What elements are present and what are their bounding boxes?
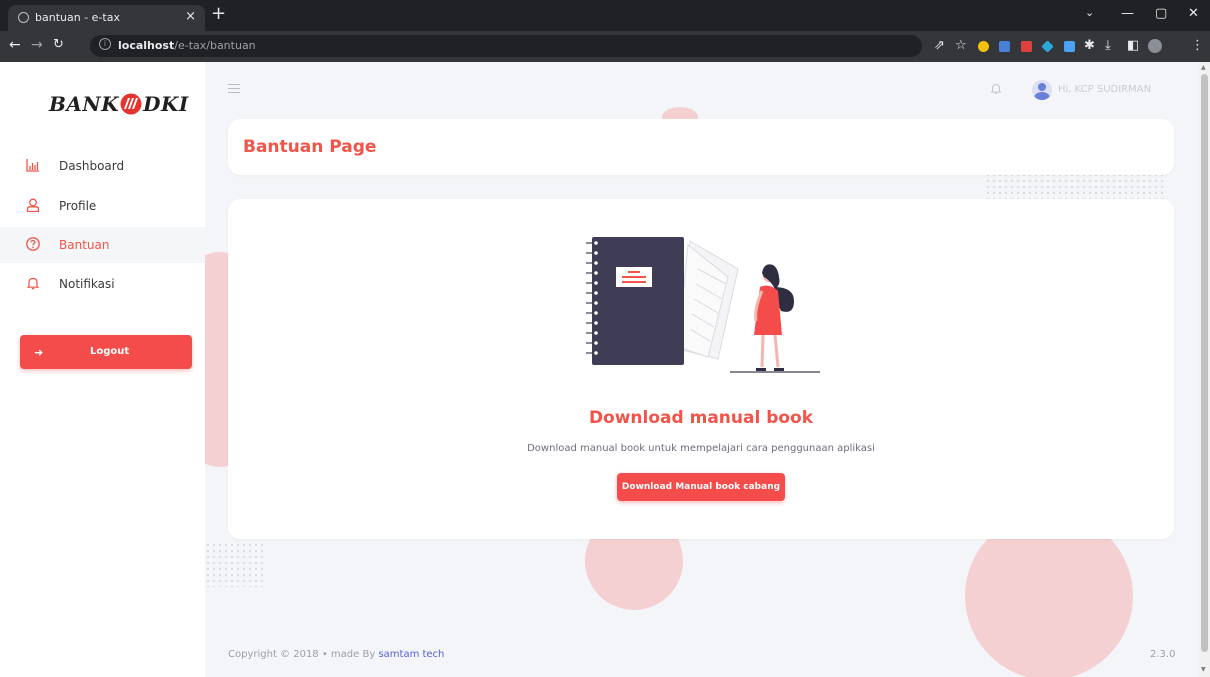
- tab-close-button[interactable]: ×: [185, 9, 196, 24]
- avatar-head: [1038, 83, 1046, 91]
- sidebar-item-label: Notifikasi: [59, 277, 115, 291]
- notification-bell-icon[interactable]: [990, 82, 1002, 95]
- tab-search-icon[interactable]: ⌄: [1085, 6, 1094, 19]
- page-title-card: Bantuan Page: [228, 119, 1174, 175]
- menu-toggle-button[interactable]: [228, 84, 240, 93]
- background-dots: [985, 172, 1165, 202]
- profile-avatar-icon[interactable]: [1148, 39, 1162, 53]
- notebook: [592, 237, 684, 365]
- sign-out-icon: ➜: [34, 346, 44, 359]
- user-icon: [26, 198, 40, 212]
- page-title: Bantuan Page: [243, 137, 377, 157]
- download-icon[interactable]: ⤓: [1105, 38, 1111, 53]
- extension-icon[interactable]: [1041, 40, 1054, 53]
- user-greeting[interactable]: Hi, KCP SUDIRMAN: [1058, 84, 1151, 95]
- scroll-down-icon[interactable]: ▼: [1201, 666, 1206, 673]
- extension-icon[interactable]: [1064, 41, 1075, 52]
- sidebar-item-profile[interactable]: Profile: [0, 188, 205, 224]
- user-avatar[interactable]: [1032, 80, 1052, 100]
- address-bar[interactable]: i localhost/e-tax/bantuan: [90, 35, 922, 57]
- sidebar: BANK DKI Dashboard Profile Bantuan Notif…: [0, 62, 205, 677]
- download-title: Download manual book: [588, 408, 814, 428]
- download-description: Download manual book untuk mempelajari c…: [527, 443, 875, 454]
- tab-title: bantuan - e-tax: [35, 11, 120, 24]
- scrollbar-thumb[interactable]: [1201, 74, 1208, 652]
- copyright-text: Copyright © 2018 • made By: [228, 649, 379, 660]
- bank-dki-logo-mark-icon: [120, 93, 142, 115]
- download-manual-button[interactable]: Download Manual book cabang: [617, 473, 785, 501]
- download-card: Download manual book Download manual boo…: [228, 199, 1174, 539]
- hamburger-line: [228, 87, 240, 90]
- url-host: localhost: [118, 39, 175, 52]
- extensions-puzzle-icon[interactable]: ✱: [1084, 38, 1095, 53]
- share-icon[interactable]: ⇗: [934, 38, 945, 53]
- logout-button[interactable]: ➜ Logout: [20, 335, 192, 369]
- reload-icon[interactable]: ↻: [53, 37, 64, 52]
- sidebar-item-label: Bantuan: [59, 238, 110, 252]
- extension-icon[interactable]: [999, 41, 1010, 52]
- help-circle-icon: [26, 237, 40, 251]
- avatar-body: [1034, 92, 1050, 100]
- hamburger-line: [228, 91, 240, 93]
- bookmark-star-icon[interactable]: ☆: [955, 38, 967, 53]
- bank-dki-logo: BANK DKI: [49, 92, 189, 116]
- browser-toolbar: ← → ↻ i localhost/e-tax/bantuan ⇗ ☆ ✱ ⤓ …: [0, 31, 1210, 62]
- logout-label: Logout: [90, 346, 130, 357]
- manual-book-illustration: [586, 237, 820, 373]
- bar-chart-icon: [26, 159, 39, 172]
- hamburger-line: [228, 84, 240, 86]
- new-tab-button[interactable]: +: [211, 3, 226, 24]
- extension-icon[interactable]: [978, 41, 989, 52]
- sidebar-item-label: Profile: [59, 199, 97, 213]
- globe-icon: [18, 12, 29, 23]
- page-scrollbar[interactable]: ▲ ▼: [1199, 62, 1210, 677]
- back-icon[interactable]: ←: [9, 37, 21, 53]
- window-close-icon[interactable]: ✕: [1188, 6, 1199, 21]
- woman-figure: [730, 264, 820, 373]
- extension-icon[interactable]: [1021, 41, 1032, 52]
- logo-text-right: DKI: [143, 92, 189, 116]
- logo-text-left: BANK: [49, 92, 120, 116]
- footer-version: 2.3.0: [1150, 649, 1176, 660]
- paper-sheets: [677, 240, 739, 360]
- sidebar-item-notifikasi[interactable]: Notifikasi: [0, 266, 205, 302]
- maker-link[interactable]: samtam tech: [378, 649, 444, 660]
- sidebar-item-label: Dashboard: [59, 159, 125, 173]
- browser-tabstrip: bantuan - e-tax × + ⌄ — ▢ ✕: [0, 0, 1210, 31]
- forward-icon[interactable]: →: [31, 37, 43, 53]
- background-dots: [205, 542, 265, 587]
- sidebar-item-bantuan[interactable]: Bantuan: [0, 227, 205, 263]
- menu-kebab-icon[interactable]: ⋮: [1191, 38, 1204, 53]
- minimize-icon[interactable]: —: [1121, 6, 1134, 21]
- footer-copyright: Copyright © 2018 • made By samtam tech: [228, 649, 444, 660]
- sidebar-item-dashboard[interactable]: Dashboard: [0, 148, 205, 184]
- site-info-icon[interactable]: i: [99, 38, 111, 50]
- address-url[interactable]: localhost/e-tax/bantuan: [118, 39, 256, 52]
- page-viewport: BANK DKI Dashboard Profile Bantuan Notif…: [0, 62, 1210, 677]
- url-path: /e-tax/bantuan: [174, 39, 256, 52]
- browser-tab[interactable]: bantuan - e-tax ×: [8, 5, 205, 31]
- scroll-up-icon[interactable]: ▲: [1201, 64, 1206, 71]
- restore-icon[interactable]: ▢: [1155, 6, 1167, 21]
- sidepanel-icon[interactable]: ◧: [1127, 38, 1139, 53]
- bell-icon: [26, 277, 40, 290]
